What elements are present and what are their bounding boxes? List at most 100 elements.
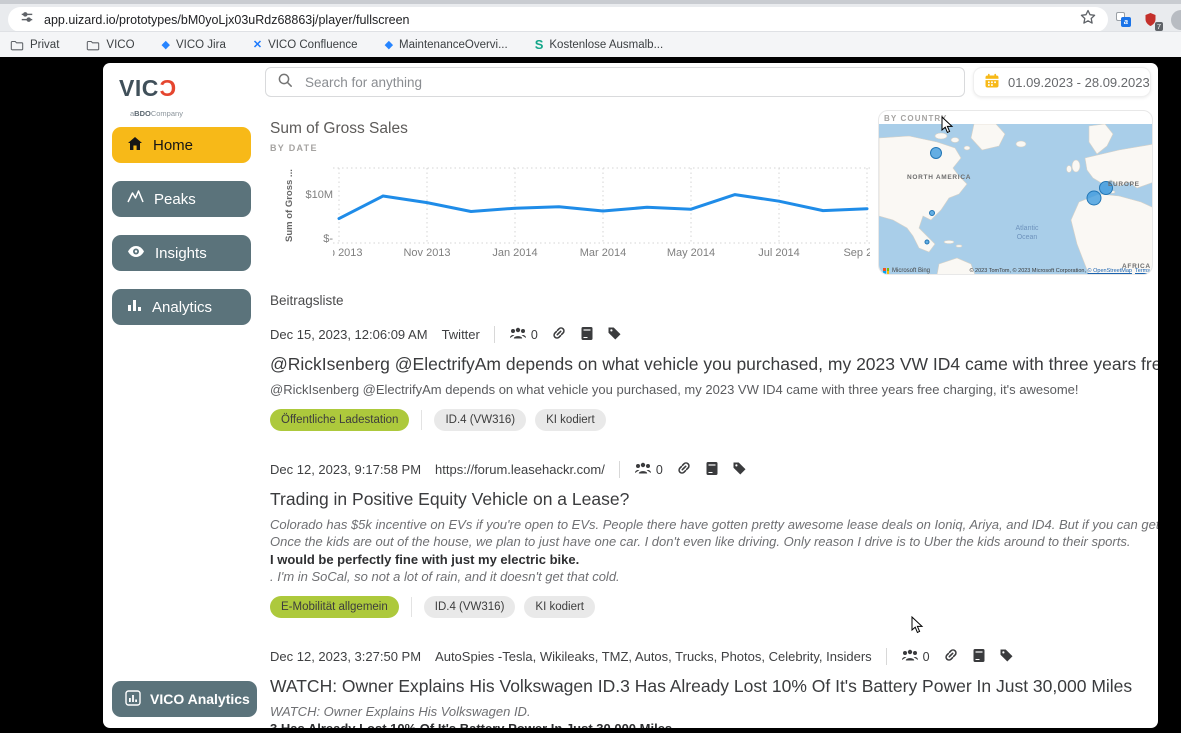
x-tick-label: Nov 2013 bbox=[387, 247, 467, 259]
avatar[interactable] bbox=[1171, 10, 1181, 30]
post-excerpt: . I'm in SoCal, so not a lot of rain, an… bbox=[270, 568, 1158, 585]
map-attribution: © 2023 TomTom, © 2023 Microsoft Corporat… bbox=[969, 268, 1150, 274]
url-text: app.uizard.io/prototypes/bM0yoLjx03uRdz6… bbox=[44, 13, 1070, 27]
date-range-picker[interactable]: 01.09.2023 - 28.09.2023 bbox=[973, 67, 1151, 97]
search-input[interactable] bbox=[303, 74, 953, 91]
post-source[interactable]: AutoSpies -Tesla, Wikileaks, TMZ, Autos,… bbox=[435, 649, 872, 664]
x-tick-label: May 2014 bbox=[651, 247, 731, 259]
post-list: Dec 15, 2023, 12:06:09 AM Twitter 0 @Ric… bbox=[270, 325, 1158, 728]
map-bubble-canada[interactable] bbox=[931, 148, 942, 159]
y-tick-10m: $10M bbox=[291, 189, 333, 201]
post-excerpt-highlight: 3 Has Already Lost 10% Of It's Battery P… bbox=[270, 720, 1158, 728]
tag-icon[interactable] bbox=[999, 648, 1014, 666]
world-map[interactable]: NORTH AMERICA EUROPE AFRICA AtlanticOcea… bbox=[879, 124, 1153, 275]
bookmark-maintenance[interactable]: ◆ MaintenanceOvervi... bbox=[385, 38, 508, 51]
sidebar-item-insights[interactable]: Insights bbox=[112, 235, 251, 271]
tag-icon[interactable] bbox=[732, 461, 747, 479]
vico-app-window: VICC a BDO Company Home Peaks Insights A… bbox=[103, 63, 1158, 728]
tag-chip[interactable]: KI kodiert bbox=[524, 596, 595, 618]
vico-logo: VICC a BDO Company bbox=[119, 77, 194, 125]
analytics-box-icon bbox=[125, 690, 141, 709]
post-meta: Dec 12, 2023, 9:17:58 PM https://forum.l… bbox=[270, 460, 1158, 479]
logo-o-mark: C bbox=[159, 77, 176, 100]
bing-logo: Microsoft Bing bbox=[883, 268, 930, 274]
gross-sales-line-chart: Sep 2013Nov 2013Jan 2014Mar 2014May 2014… bbox=[333, 163, 870, 263]
by-country-map-card[interactable]: BY COUNTRY NORTH AMERICA bbox=[878, 110, 1153, 275]
extension-icons: a 7 bbox=[1116, 7, 1181, 32]
divider bbox=[886, 648, 887, 665]
map-bubble-usa[interactable] bbox=[930, 211, 935, 216]
people-icon[interactable] bbox=[509, 326, 527, 343]
bar-chart-icon bbox=[127, 298, 142, 316]
book-icon[interactable] bbox=[580, 326, 594, 344]
post-actions: 0 bbox=[901, 647, 1014, 666]
divider bbox=[421, 410, 422, 430]
book-icon[interactable] bbox=[705, 461, 719, 479]
divider bbox=[494, 326, 495, 343]
s-icon: S bbox=[535, 37, 544, 52]
bookmark-privat[interactable]: Privat bbox=[10, 39, 59, 51]
people-count: 0 bbox=[923, 650, 930, 664]
link-icon[interactable] bbox=[943, 647, 959, 666]
post-meta: Dec 15, 2023, 12:06:09 AM Twitter 0 bbox=[270, 325, 1158, 344]
post-actions: 0 bbox=[509, 325, 622, 344]
bookmark-star-icon[interactable] bbox=[1080, 9, 1096, 30]
post-date: Dec 15, 2023, 12:06:09 AM bbox=[270, 327, 428, 342]
sidebar-footer-vico-analytics[interactable]: VICO Analytics bbox=[112, 681, 257, 717]
post-excerpt: Colorado has $5k incentive on EVs if you… bbox=[270, 516, 1158, 533]
post-title[interactable]: @RickIsenberg @ElectrifyAm depends on wh… bbox=[270, 354, 1158, 375]
tag-icon[interactable] bbox=[607, 326, 622, 344]
link-icon[interactable] bbox=[676, 460, 692, 479]
people-icon[interactable] bbox=[901, 648, 919, 665]
book-icon[interactable] bbox=[972, 648, 986, 666]
eye-icon bbox=[127, 245, 145, 262]
people-icon[interactable] bbox=[634, 461, 652, 478]
post-excerpt: Once the kids are out of the house, we p… bbox=[270, 533, 1158, 550]
sidebar-item-analytics[interactable]: Analytics bbox=[112, 289, 251, 325]
tag-chip[interactable]: Öffentliche Ladestation bbox=[270, 409, 409, 431]
link-icon[interactable] bbox=[551, 325, 567, 344]
browser-chrome: app.uizard.io/prototypes/bM0yoLjx03uRdz6… bbox=[0, 0, 1181, 57]
post-excerpt-highlight: I would be perfectly fine with just my e… bbox=[270, 551, 1158, 568]
extension-shield-icon[interactable]: 7 bbox=[1143, 12, 1159, 28]
ocean-label: AtlanticOcean bbox=[1007, 224, 1047, 242]
bookmark-vico[interactable]: VICO bbox=[86, 39, 134, 51]
address-bar[interactable]: app.uizard.io/prototypes/bM0yoLjx03uRdz6… bbox=[8, 7, 1108, 32]
map-bubble-mexico[interactable] bbox=[925, 240, 929, 244]
tag-chip[interactable]: E-Mobilität allgemein bbox=[270, 596, 399, 618]
map-terms-link[interactable]: Terms bbox=[1135, 268, 1150, 274]
tag-chip[interactable]: KI kodiert bbox=[535, 409, 606, 431]
x-tick-label: Sep 2013 bbox=[333, 247, 379, 259]
x-tick-label: Sep 2014 bbox=[827, 247, 870, 259]
posts-heading: Beitragsliste bbox=[270, 293, 344, 308]
bookmark-vico-confluence[interactable]: ✕ VICO Confluence bbox=[253, 38, 358, 51]
post-tags: Öffentliche Ladestation ID.4 (VW316) KI … bbox=[270, 409, 1158, 431]
post-date: Dec 12, 2023, 9:17:58 PM bbox=[270, 462, 421, 477]
diamond-icon: ◆ bbox=[385, 38, 393, 51]
sidebar-item-peaks[interactable]: Peaks bbox=[112, 181, 251, 217]
post-source[interactable]: Twitter bbox=[442, 327, 480, 342]
chart-title: Sum of Gross Sales bbox=[270, 120, 408, 138]
map-bubble-france[interactable] bbox=[1087, 191, 1101, 205]
sidebar-item-home[interactable]: Home bbox=[112, 127, 251, 163]
bookmark-vico-jira[interactable]: ◆ VICO Jira bbox=[162, 38, 226, 51]
search-bar[interactable] bbox=[265, 67, 965, 97]
post-meta: Dec 12, 2023, 3:27:50 PM AutoSpies -Tesl… bbox=[270, 647, 1158, 666]
fullscreen-stage: VICC a BDO Company Home Peaks Insights A… bbox=[0, 57, 1181, 733]
post-date: Dec 12, 2023, 3:27:50 PM bbox=[270, 649, 421, 664]
region-label-europe: EUROPE bbox=[1108, 181, 1140, 188]
tag-chip[interactable]: ID.4 (VW316) bbox=[424, 596, 516, 618]
tag-chip[interactable]: ID.4 (VW316) bbox=[434, 409, 526, 431]
post-source[interactable]: https://forum.leasehackr.com/ bbox=[435, 462, 605, 477]
post-title[interactable]: WATCH: Owner Explains His Volkswagen ID.… bbox=[270, 676, 1158, 697]
site-settings-icon[interactable] bbox=[20, 10, 34, 29]
bookmark-kostenlose[interactable]: S Kostenlose Ausmalb... bbox=[535, 37, 663, 52]
post-title[interactable]: Trading in Positive Equity Vehicle on a … bbox=[270, 489, 1158, 510]
map-title: BY COUNTRY bbox=[884, 114, 947, 123]
translate-icon[interactable]: a bbox=[1116, 12, 1131, 27]
people-count: 0 bbox=[656, 463, 663, 477]
extension-badge: 7 bbox=[1155, 22, 1163, 31]
post-actions: 0 bbox=[634, 460, 747, 479]
divider bbox=[411, 597, 412, 617]
y-tick-zero: $- bbox=[291, 233, 333, 245]
